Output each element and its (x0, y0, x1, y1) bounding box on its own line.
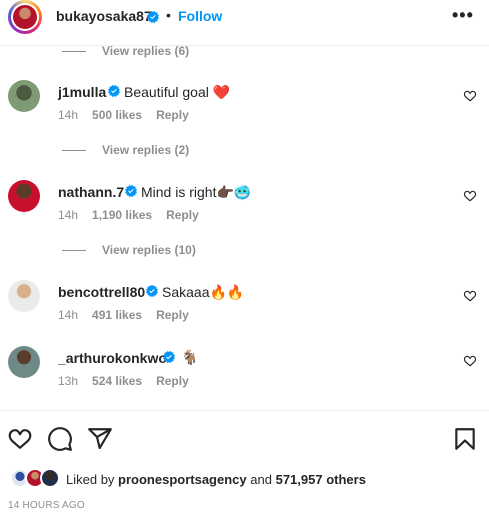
heart-icon[interactable] (463, 189, 477, 203)
verified-badge-icon (125, 185, 137, 197)
comment-username[interactable]: j1mulla (58, 84, 106, 100)
comment-likes[interactable]: 500 likes (92, 108, 142, 122)
avatar (40, 468, 60, 488)
reply-thread-line (62, 250, 86, 251)
comment-likes[interactable]: 491 likes (92, 308, 142, 322)
view-replies-link[interactable]: View replies (10) (102, 243, 196, 257)
separator-dot: • (166, 7, 171, 23)
verified-badge-icon (163, 351, 175, 363)
comment-meta: 14h 491 likes Reply (58, 308, 203, 322)
liked-by-user-link[interactable]: proonesportsagency (118, 472, 247, 487)
avatar[interactable] (8, 180, 40, 212)
comment-time: 14h (58, 208, 79, 222)
paper-plane-icon[interactable] (87, 426, 113, 452)
verified-badge-icon (108, 85, 120, 97)
post-timestamp[interactable]: 14 HOURS AGO (8, 500, 85, 511)
comment-username[interactable]: nathann.7 (58, 184, 124, 200)
comment-time: 13h (58, 374, 79, 388)
avatar[interactable] (8, 346, 40, 378)
comment-time: 14h (58, 108, 79, 122)
liked-by-summary: Liked by proonesportsagency and 571,957 … (66, 472, 366, 487)
avatar[interactable] (8, 280, 40, 312)
comment-text: Beautiful goal ❤️ (124, 84, 231, 100)
comment-bubble-icon[interactable] (47, 426, 73, 452)
reply-button[interactable]: Reply (156, 308, 189, 322)
actions-divider (0, 410, 489, 411)
reply-button[interactable]: Reply (156, 108, 189, 122)
comment-text: Mind is right👉🏿🥶 (141, 184, 252, 200)
heart-icon[interactable] (463, 89, 477, 103)
reply-thread-line (62, 51, 86, 52)
comment-text: 🐐 (181, 349, 199, 365)
view-replies-link[interactable]: View replies (2) (102, 143, 189, 157)
heart-icon[interactable] (463, 354, 477, 368)
comment-meta: 14h 500 likes Reply (58, 108, 203, 122)
heart-icon[interactable] (7, 426, 33, 452)
post-header: bukayosaka87 • Follow ••• (0, 0, 489, 46)
reply-thread-line (62, 150, 86, 151)
comment-likes[interactable]: 524 likes (92, 374, 142, 388)
comment-meta: 13h 524 likes Reply (58, 374, 203, 388)
bookmark-icon[interactable] (452, 426, 478, 452)
author-avatar[interactable] (8, 0, 42, 34)
verified-badge-icon (146, 285, 158, 297)
more-options-icon[interactable]: ••• (452, 5, 474, 26)
author-username[interactable]: bukayosaka87 (56, 8, 152, 24)
liked-by-others-link[interactable]: 571,957 others (276, 472, 366, 487)
follow-button[interactable]: Follow (178, 8, 222, 24)
heart-icon[interactable] (463, 289, 477, 303)
reply-button[interactable]: Reply (166, 208, 199, 222)
reply-button[interactable]: Reply (156, 374, 189, 388)
comment-likes[interactable]: 1,190 likes (92, 208, 152, 222)
comment-time: 14h (58, 308, 79, 322)
verified-badge-icon (147, 9, 159, 27)
comment-text: Sakaaa🔥🔥 (162, 284, 245, 300)
comment-username[interactable]: bencottrell80 (58, 284, 145, 300)
view-replies-link[interactable]: View replies (6) (102, 44, 189, 58)
comment-username[interactable]: _arthurokonkwo (58, 350, 167, 366)
avatar[interactable] (8, 80, 40, 112)
comment-meta: 14h 1,190 likes Reply (58, 208, 213, 222)
